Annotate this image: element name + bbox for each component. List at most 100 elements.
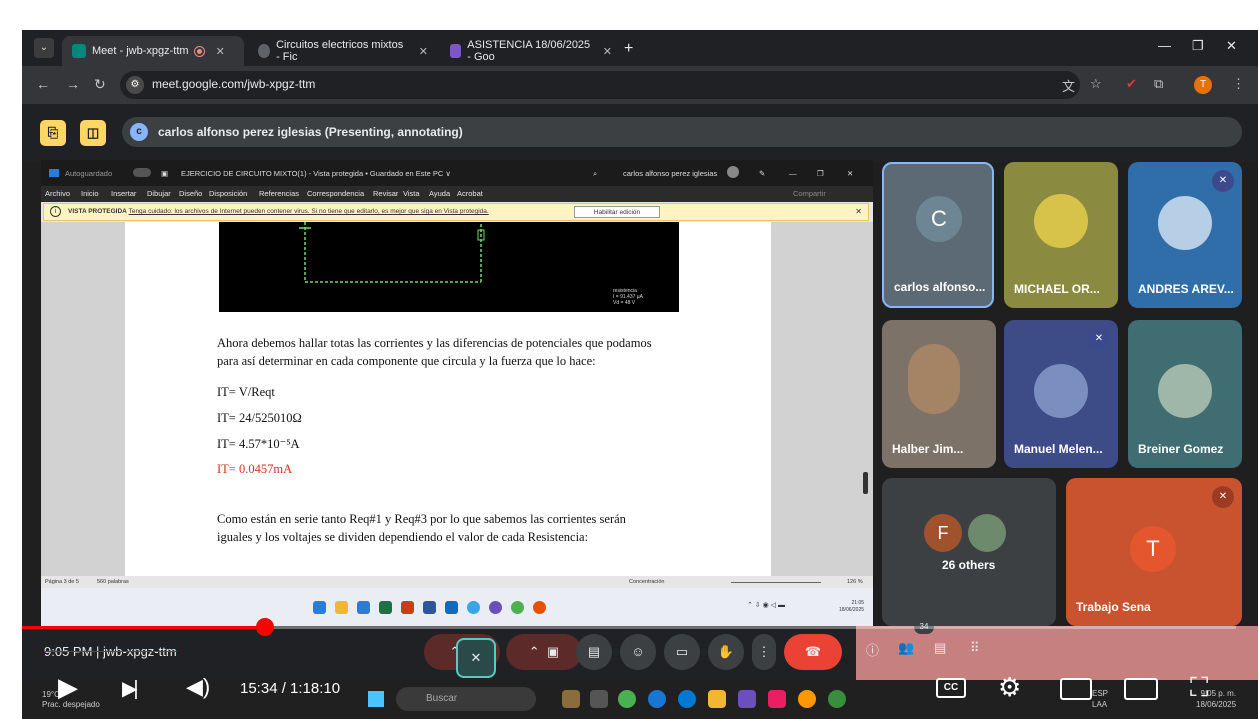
mic-off-icon[interactable]: ✕ xyxy=(456,638,496,678)
new-tab-button[interactable]: + xyxy=(624,40,633,58)
volume-icon[interactable]: ◀) xyxy=(186,674,210,700)
menu-referencias[interactable]: Referencias xyxy=(259,189,299,198)
extension-check-icon[interactable]: ✔ xyxy=(1126,76,1137,92)
language-indicator[interactable]: ESP LAA xyxy=(1092,688,1108,710)
emoji-button[interactable]: ☺ xyxy=(620,634,656,670)
camera-button[interactable]: ⌃ ▣ xyxy=(506,634,582,670)
word-icon[interactable] xyxy=(423,601,436,614)
bookmark-star-icon[interactable]: ☆ xyxy=(1090,76,1102,92)
taskbar-app-icon[interactable] xyxy=(648,690,666,708)
settings-gear-icon[interactable]: ⚙ xyxy=(998,672,1021,703)
miniplayer-icon[interactable] xyxy=(1060,678,1092,700)
chrome-icon[interactable] xyxy=(511,601,524,614)
fullscreen-icon[interactable]: ⛶ xyxy=(1190,672,1208,704)
menu-acrobat[interactable]: Acrobat xyxy=(457,189,483,198)
zoom-slider[interactable] xyxy=(731,582,821,583)
word-minimize-icon[interactable]: — xyxy=(789,169,797,178)
back-icon[interactable]: ← xyxy=(36,76,50,92)
menu-archivo[interactable]: Archivo xyxy=(45,189,70,198)
folder-icon[interactable] xyxy=(335,601,348,614)
tab-circuitos[interactable]: Circuitos electricos mixtos - Fic ✕ xyxy=(248,36,438,66)
reload-icon[interactable]: ↻ xyxy=(94,76,106,93)
pen-icon[interactable]: ✎ xyxy=(759,169,765,178)
menu-ayuda[interactable]: Ayuda xyxy=(429,189,450,198)
edge-icon[interactable] xyxy=(467,601,480,614)
close-bar-icon[interactable]: ✕ xyxy=(855,207,862,216)
captions-button[interactable]: ▤ xyxy=(576,634,612,670)
play-icon[interactable]: ▶ xyxy=(58,672,78,703)
tile-carlos[interactable]: C carlos alfonso... xyxy=(882,162,994,308)
menu-diseno[interactable]: Diseño xyxy=(179,189,202,198)
people-icon[interactable]: 👥 xyxy=(898,640,914,656)
app-icon[interactable] xyxy=(533,601,546,614)
menu-dibujar[interactable]: Dibujar xyxy=(147,189,171,198)
yt-scrubber[interactable] xyxy=(255,618,274,636)
profile-avatar[interactable]: T xyxy=(1194,76,1212,94)
extensions-icon[interactable]: ⧉ xyxy=(1154,76,1163,92)
scrollbar-thumb[interactable] xyxy=(863,472,868,494)
theater-mode-icon[interactable] xyxy=(1124,678,1158,700)
translate-icon[interactable]: 文 xyxy=(1062,76,1075,95)
site-info-icon[interactable]: ⚙ xyxy=(126,76,144,94)
activities-icon[interactable]: ⠿ xyxy=(970,640,980,656)
share-button[interactable]: Compartir xyxy=(793,189,826,198)
app-icon[interactable] xyxy=(445,601,458,614)
enable-editing-button[interactable]: Habilitar edición xyxy=(574,206,660,218)
tab-search-button[interactable]: ⌄ xyxy=(34,38,54,58)
word-search-icon[interactable]: ⌕ xyxy=(593,169,597,179)
taskbar-app-icon[interactable] xyxy=(738,690,756,708)
tab-meet[interactable]: Meet - jwb-xpgz-ttm ✕ xyxy=(62,36,244,66)
minimize-button[interactable]: — xyxy=(1158,38,1171,53)
menu-insertar[interactable]: Insertar xyxy=(111,189,136,198)
tile-breiner[interactable]: Breiner Gomez xyxy=(1128,320,1242,468)
folder-icon[interactable] xyxy=(708,690,726,708)
menu-correspondencia[interactable]: Correspondencia xyxy=(307,189,364,198)
windows-start-icon[interactable] xyxy=(368,691,384,707)
save-icon[interactable]: ▣ xyxy=(161,169,168,178)
menu-inicio[interactable]: Inicio xyxy=(81,189,99,198)
chat-icon[interactable]: ▤ xyxy=(934,640,946,656)
tile-others[interactable]: F 26 others xyxy=(882,478,1056,626)
taskbar-app-icon[interactable] xyxy=(590,690,608,708)
edge-icon[interactable] xyxy=(678,690,696,708)
app-icon[interactable] xyxy=(489,601,502,614)
close-tab-icon[interactable]: ✕ xyxy=(419,45,428,58)
captions-icon[interactable]: CC xyxy=(936,678,966,698)
close-tab-icon[interactable]: ✕ xyxy=(603,45,612,58)
tile-trabajo-sena[interactable]: ✕ T Trabajo Sena xyxy=(1066,478,1242,626)
forward-icon[interactable]: → xyxy=(66,76,80,92)
omnibox[interactable]: ⚙ meet.google.com/jwb-xpgz-ttm xyxy=(120,71,1080,99)
taskbar-app-icon[interactable] xyxy=(828,690,846,708)
chrome-icon[interactable] xyxy=(618,690,636,708)
raise-hand-button[interactable]: ✋ xyxy=(708,634,744,670)
focus-button[interactable]: Concentración xyxy=(629,579,664,585)
more-options-button[interactable]: ⋮ xyxy=(752,634,776,670)
autosave-toggle[interactable] xyxy=(133,168,151,177)
end-call-button[interactable]: ☎ xyxy=(784,634,842,670)
tile-michael[interactable]: MICHAEL OR... xyxy=(1004,162,1118,308)
layout-icon[interactable]: ◫ xyxy=(80,120,106,146)
taskbar-app-icon[interactable] xyxy=(562,690,580,708)
powerpoint-icon[interactable] xyxy=(401,601,414,614)
excel-icon[interactable] xyxy=(379,601,392,614)
taskbar-search[interactable]: Buscar xyxy=(396,687,536,711)
menu-disposicion[interactable]: Disposición xyxy=(209,189,247,198)
tile-halber[interactable]: Halber Jim... xyxy=(882,320,996,468)
taskbar-app-icon[interactable] xyxy=(768,690,786,708)
tile-andres[interactable]: ✕ ANDRES AREV... xyxy=(1128,162,1242,308)
tab-asistencia[interactable]: ASISTENCIA 18/06/2025 - Goo ✕ xyxy=(440,36,622,66)
chrome-menu-icon[interactable]: ⋮ xyxy=(1232,76,1245,92)
url-text[interactable]: meet.google.com/jwb-xpgz-ttm xyxy=(152,77,315,91)
tile-manuel[interactable]: ✕ Manuel Melen... xyxy=(1004,320,1118,468)
info-icon[interactable]: ⓘ xyxy=(866,640,879,659)
menu-revisar[interactable]: Revisar xyxy=(373,189,398,198)
close-tab-icon[interactable]: ✕ xyxy=(216,45,225,58)
close-window-button[interactable]: ✕ xyxy=(1226,38,1237,54)
app-icon[interactable] xyxy=(357,601,370,614)
restore-button[interactable]: ❐ xyxy=(1192,38,1204,54)
present-button[interactable]: ▭ xyxy=(664,634,700,670)
menu-vista[interactable]: Vista xyxy=(403,189,420,198)
stop-presenting-icon[interactable]: ⎘ xyxy=(40,120,66,146)
taskbar-app-icon[interactable] xyxy=(798,690,816,708)
word-close-icon[interactable]: ✕ xyxy=(847,169,853,178)
